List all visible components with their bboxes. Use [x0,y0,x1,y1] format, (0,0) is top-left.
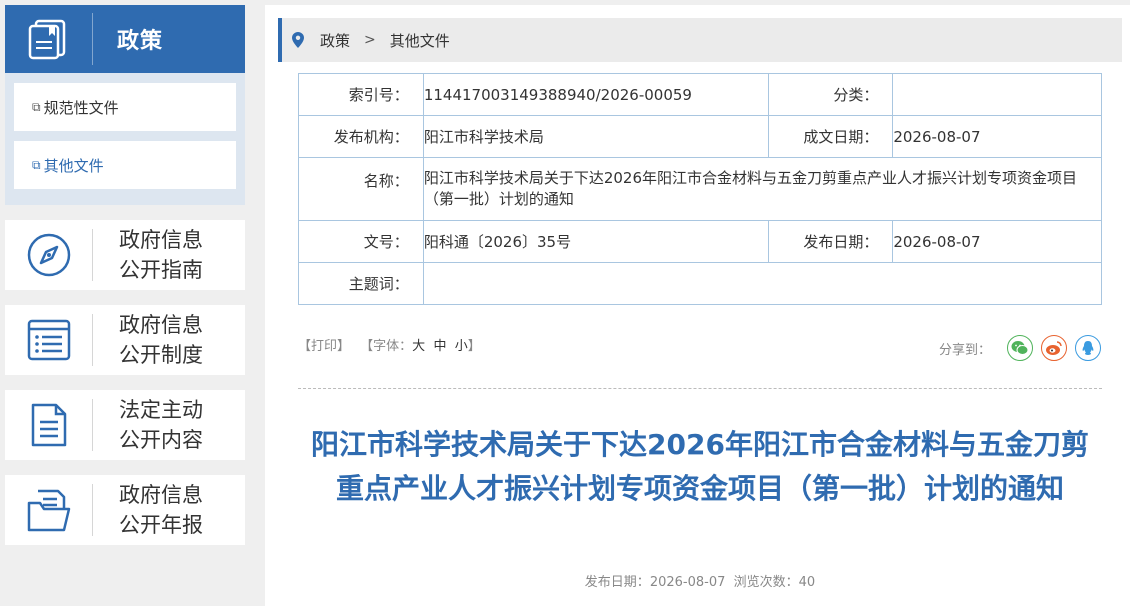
share-label: 分享到： [938,342,991,358]
views-label: 浏览次数： [733,575,799,590]
article-tools: 【打印】 【字体：大 中 小】 [298,335,481,354]
meta-row: 索引号： 114417003149388940/2026-00059 分类： [298,73,1102,116]
print-button[interactable]: 【打印】 [298,339,350,354]
breadcrumb-link-policy[interactable]: 政策 [320,30,350,51]
nav-card-line2: 公开指南 [119,258,203,282]
nav-card-line1: 政府信息 [119,228,203,252]
meta-key: 索引号： [298,73,424,116]
sidebar-item-label: 其他文件 [43,156,104,175]
breadcrumb-current[interactable]: 其他文件 [390,30,450,51]
meta-row: 主题词： [298,262,1103,305]
nav-card-line1: 政府信息 [119,313,203,337]
nav-card-label: 政府信息 公开指南 [93,225,233,285]
nav-card-label: 政府信息 公开制度 [93,310,233,370]
nav-card-system[interactable]: 政府信息 公开制度 [5,305,245,375]
sidebar: 政策 ⧉ 规范性文件 ⧉ 其他文件 政府信息 公开指南 政府信息 公开制度 法定… [5,5,245,545]
nav-card-line2: 公开制度 [119,343,203,367]
nav-card-label: 政府信息 公开年报 [93,480,233,540]
font-large-button[interactable]: 大 [412,339,425,354]
sidebar-item-normative-docs[interactable]: ⧉ 规范性文件 [14,83,236,131]
meta-value: 阳江市科学技术局关于下达2026年阳江市合金材料与五金刀剪重点产业人才振兴计划专… [422,157,1103,221]
meta-key: 名称： [298,157,424,221]
qq-icon[interactable] [1075,335,1101,361]
pub-date-label: 发布日期： [584,575,650,590]
nav-card-guide[interactable]: 政府信息 公开指南 [5,220,245,290]
policy-submenu: ⧉ 规范性文件 ⧉ 其他文件 [5,73,245,205]
wechat-icon[interactable] [1007,335,1033,361]
nav-card-annual-report[interactable]: 政府信息 公开年报 [5,475,245,545]
font-medium-button[interactable]: 中 [433,339,446,354]
meta-key: 分类： [767,73,894,116]
nav-card-line2: 公开内容 [119,428,203,452]
documents-icon [5,13,93,65]
meta-key: 文号： [298,220,424,263]
policy-title: 政策 [117,29,164,54]
meta-value: 阳科通〔2026〕35号 [422,220,769,263]
meta-value: 阳江市科学技术局 [422,115,769,158]
main-content: 政策 > 其他文件 索引号： 114417003149388940/2026-0… [265,5,1130,606]
meta-value [422,262,1103,305]
weibo-icon[interactable] [1041,335,1067,361]
meta-value: 114417003149388940/2026-00059 [422,73,769,116]
meta-value [892,73,1102,116]
meta-value: 2026-08-07 [892,115,1102,158]
sidebar-item-label: 规范性文件 [43,98,119,117]
nav-card-line1: 政府信息 [119,483,203,507]
meta-row: 名称： 阳江市科学技术局关于下达2026年阳江市合金材料与五金刀剪重点产业人才振… [298,157,1103,221]
nav-card-label: 法定主动 公开内容 [93,395,233,455]
meta-key: 发布日期： [767,220,894,263]
font-size-suffix: 】 [467,339,481,354]
document-lines-icon [5,399,93,451]
breadcrumb: 政策 > 其他文件 [278,18,1122,62]
meta-key: 成文日期： [767,115,894,158]
sidebar-item-other-docs[interactable]: ⧉ 其他文件 [14,141,236,189]
article-title: 阳江市科学技术局关于下达2026年阳江市合金材料与五金刀剪重点产业人才振兴计划专… [311,428,1089,505]
location-pin-icon [292,32,304,48]
compass-icon [5,229,93,281]
font-size-prefix: 【字体： [360,339,413,354]
meta-key: 发布机构： [298,115,424,158]
font-small-button[interactable]: 小 [455,339,468,354]
meta-row: 文号： 阳科通〔2026〕35号 发布日期： 2026-08-07 [298,220,1102,263]
list-icon [5,314,93,366]
nav-card-line2: 公开年报 [119,513,203,537]
breadcrumb-separator: > [364,32,376,48]
meta-value: 2026-08-07 [892,220,1102,263]
policy-header[interactable]: 政策 [5,5,245,73]
doc-icon: ⧉ [32,99,41,114]
divider [298,388,1102,389]
nav-card-content[interactable]: 法定主动 公开内容 [5,390,245,460]
document-meta-table: 索引号： 114417003149388940/2026-00059 分类： 发… [298,73,1103,305]
article-meta: 发布日期：2026-08-07 浏览次数：40 [298,571,1102,590]
views-count: 40 [798,575,816,590]
meta-row: 发布机构： 阳江市科学技术局 成文日期： 2026-08-07 [298,115,1102,158]
nav-card-line1: 法定主动 [119,398,203,422]
doc-icon: ⧉ [32,157,41,172]
share-bar: 分享到： [939,335,1101,361]
folder-icon [5,484,93,536]
pub-date: 2026-08-07 [649,575,726,590]
meta-key: 主题词： [298,262,424,305]
